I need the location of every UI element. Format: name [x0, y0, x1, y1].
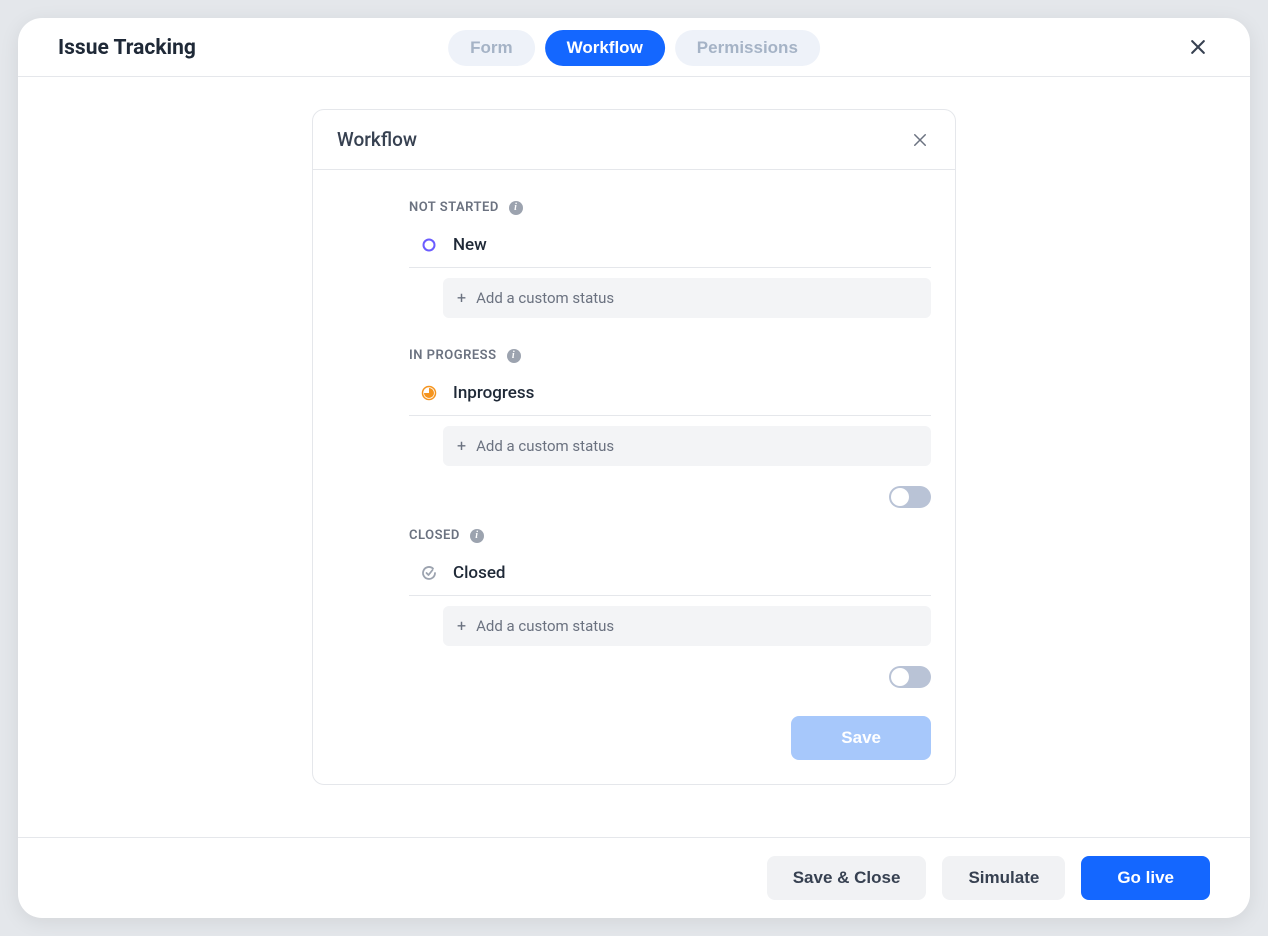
section-label: NOT STARTED i [409, 200, 931, 215]
page-title: Issue Tracking [58, 36, 196, 60]
plus-icon: + [457, 290, 466, 306]
toggle-row [409, 486, 931, 508]
toggle-knob [891, 488, 909, 506]
section-in-progress: IN PROGRESS i Inprogress [409, 348, 931, 508]
info-icon[interactable]: i [509, 201, 523, 215]
panel-body: NOT STARTED i New + Add a custom st [313, 170, 955, 784]
close-modal-button[interactable] [1182, 31, 1214, 63]
check-circle-icon [421, 565, 437, 581]
save-button[interactable]: Save [791, 716, 931, 760]
info-icon[interactable]: i [507, 349, 521, 363]
status-name: Closed [453, 563, 506, 583]
close-icon [911, 131, 929, 149]
tabs-container: Form Workflow Permissions [448, 30, 820, 66]
status-row[interactable]: Inprogress [409, 377, 931, 416]
save-close-button[interactable]: Save & Close [767, 856, 927, 900]
section-label: IN PROGRESS i [409, 348, 931, 363]
tab-permissions[interactable]: Permissions [675, 30, 820, 66]
modal-footer: Save & Close Simulate Go live [18, 837, 1250, 918]
status-name: New [453, 235, 487, 255]
add-custom-status-button[interactable]: + Add a custom status [443, 278, 931, 318]
toggle-knob [891, 668, 909, 686]
add-custom-label: Add a custom status [476, 289, 614, 307]
circle-half-icon [421, 385, 437, 401]
plus-icon: + [457, 618, 466, 634]
add-custom-status-button[interactable]: + Add a custom status [443, 426, 931, 466]
close-icon [1188, 37, 1208, 57]
toggle-row [409, 666, 931, 688]
section-label-text: NOT STARTED [409, 200, 499, 215]
panel-header: Workflow [313, 110, 955, 170]
tab-workflow[interactable]: Workflow [545, 30, 665, 66]
panel-close-button[interactable] [909, 129, 931, 151]
modal-container: Issue Tracking Form Workflow Permissions… [18, 18, 1250, 918]
panel-title: Workflow [337, 128, 417, 151]
section-closed: CLOSED i Closed + [409, 528, 931, 688]
section-label-text: CLOSED [409, 528, 460, 543]
workflow-panel: Workflow NOT STARTED i [312, 109, 956, 785]
add-custom-status-button[interactable]: + Add a custom status [443, 606, 931, 646]
section-label: CLOSED i [409, 528, 931, 543]
section-toggle[interactable] [889, 486, 931, 508]
info-icon[interactable]: i [470, 529, 484, 543]
panel-footer: Save [337, 708, 931, 760]
status-row[interactable]: Closed [409, 557, 931, 596]
circle-open-icon [421, 237, 437, 253]
add-custom-label: Add a custom status [476, 437, 614, 455]
section-toggle[interactable] [889, 666, 931, 688]
section-not-started: NOT STARTED i New + Add a custom st [409, 200, 931, 318]
tab-form[interactable]: Form [448, 30, 535, 66]
plus-icon: + [457, 438, 466, 454]
section-label-text: IN PROGRESS [409, 348, 497, 363]
modal-header: Issue Tracking Form Workflow Permissions [18, 18, 1250, 77]
go-live-button[interactable]: Go live [1081, 856, 1210, 900]
modal-body: Workflow NOT STARTED i [18, 77, 1250, 837]
add-custom-label: Add a custom status [476, 617, 614, 635]
status-name: Inprogress [453, 383, 534, 403]
simulate-button[interactable]: Simulate [942, 856, 1065, 900]
status-row[interactable]: New [409, 229, 931, 268]
